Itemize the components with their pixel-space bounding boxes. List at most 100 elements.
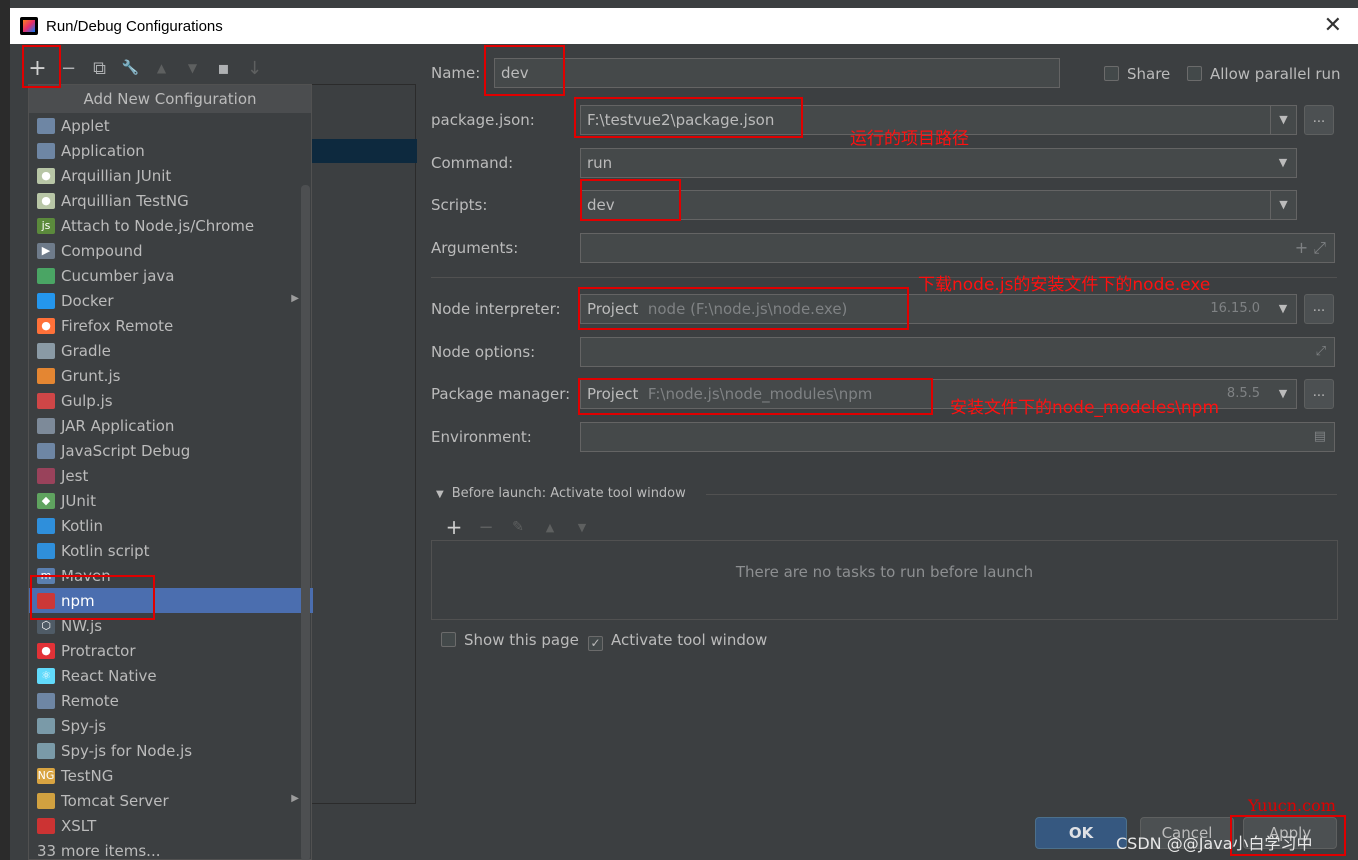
expand-icon[interactable]: + ⤢ <box>1295 234 1326 262</box>
popup-item[interactable]: Application <box>29 138 301 163</box>
name-field[interactable]: dev <box>494 58 1060 88</box>
popup-scrollbar[interactable] <box>301 185 310 860</box>
show-page-check-icon <box>441 632 456 647</box>
before-launch-section[interactable]: ▼ Before launch: Activate tool window <box>436 486 686 501</box>
expand-icon[interactable]: ⤢ <box>1316 338 1326 366</box>
popup-item[interactable]: JavaScript Debug <box>29 438 301 463</box>
popup-item-label: JUnit <box>61 491 96 510</box>
highlight-add-button <box>22 45 61 88</box>
move-up-icon[interactable]: ▲ <box>146 53 177 83</box>
popup-item[interactable]: Docker ▶ <box>29 288 301 313</box>
popup-item-label: Kotlin script <box>61 541 150 560</box>
popup-item[interactable]: ▶ Compound <box>29 238 301 263</box>
parallel-checkbox[interactable]: Allow parallel run <box>1187 65 1341 83</box>
arguments-field[interactable]: + ⤢ <box>580 233 1335 263</box>
site-watermark: Yuucn.com <box>1248 796 1336 815</box>
top-strip <box>1120 0 1358 8</box>
popup-item[interactable]: Jest <box>29 463 301 488</box>
highlight-package-manager <box>578 378 933 415</box>
popup-item-label: JAR Application <box>61 416 175 435</box>
parallel-check-icon <box>1187 66 1202 81</box>
junit-icon: ◆ <box>37 492 55 509</box>
popup-item[interactable]: ◆ JUnit <box>29 488 301 513</box>
popup-item[interactable]: 33 more items... <box>29 838 301 860</box>
move-down-icon[interactable]: ▼ <box>177 53 208 83</box>
environment-field[interactable]: ▤ <box>580 422 1335 452</box>
pm-browse-button[interactable]: ... <box>1304 379 1334 409</box>
highlight-npm <box>30 575 155 620</box>
chevron-down-icon[interactable]: ▼ <box>1270 106 1296 134</box>
node-browse-button[interactable]: ... <box>1304 294 1334 324</box>
ok-button[interactable]: OK <box>1035 817 1127 849</box>
node-version: 16.15.0 <box>1210 301 1260 316</box>
popup-item-label: TestNG <box>61 766 114 785</box>
share-check-icon <box>1104 66 1119 81</box>
popup-item[interactable]: ⚛ React Native <box>29 663 301 688</box>
node-options-field[interactable]: ⤢ <box>580 337 1335 367</box>
kotlin-script-icon <box>37 542 55 559</box>
tasks-list[interactable]: There are no tasks to run before launch <box>431 540 1338 620</box>
show-page-label: Show this page <box>464 631 579 649</box>
popup-item[interactable]: Cucumber java <box>29 263 301 288</box>
annotation-node-exe: 下载node.js的安装文件下的node.exe <box>918 275 1211 295</box>
gulp-icon <box>37 392 55 409</box>
popup-item[interactable]: Spy-js <box>29 713 301 738</box>
popup-item[interactable]: ● Firefox Remote <box>29 313 301 338</box>
document-icon[interactable]: ▤ <box>1314 423 1326 451</box>
activate-window-checkbox[interactable]: ✓ Activate tool window <box>588 631 767 651</box>
grunt-icon <box>37 367 55 384</box>
popup-item[interactable]: Gulp.js <box>29 388 301 413</box>
popup-item[interactable]: Tomcat Server ▶ <box>29 788 301 813</box>
before-launch-line <box>706 494 1337 495</box>
popup-item[interactable]: XSLT <box>29 813 301 838</box>
popup-item-label: Docker <box>61 291 114 310</box>
task-toolbar: + − ✎ ▲ ▼ <box>438 512 598 542</box>
applet-icon <box>37 117 55 134</box>
jest-icon <box>37 467 55 484</box>
close-icon[interactable]: ✕ <box>1324 13 1342 38</box>
popup-item[interactable]: js Attach to Node.js/Chrome <box>29 213 301 238</box>
package-json-browse-button[interactable]: ... <box>1304 105 1334 135</box>
popup-item[interactable]: ● Arquillian JUnit <box>29 163 301 188</box>
popup-item[interactable]: Gradle <box>29 338 301 363</box>
popup-item-label: JavaScript Debug <box>61 441 191 460</box>
remove-task-icon[interactable]: − <box>470 512 502 542</box>
add-task-icon[interactable]: + <box>438 512 470 542</box>
popup-item-label: Tomcat Server <box>61 791 169 810</box>
command-label: Command: <box>431 154 514 172</box>
share-checkbox[interactable]: Share <box>1104 65 1170 83</box>
command-value: run <box>587 154 613 172</box>
popup-item-label: React Native <box>61 666 157 685</box>
name-label: Name: <box>431 64 481 82</box>
task-down-icon[interactable]: ▼ <box>566 512 598 542</box>
wrench-icon[interactable]: 🔧 <box>115 53 146 83</box>
popup-item[interactable]: ● Arquillian TestNG <box>29 188 301 213</box>
popup-item[interactable]: Grunt.js <box>29 363 301 388</box>
popup-item[interactable]: Applet <box>29 113 301 138</box>
scripts-label: Scripts: <box>431 196 488 214</box>
new-folder-icon[interactable]: ▪ <box>208 53 239 83</box>
popup-item[interactable]: Kotlin <box>29 513 301 538</box>
edit-task-icon[interactable]: ✎ <box>502 512 534 542</box>
popup-item[interactable]: Spy-js for Node.js <box>29 738 301 763</box>
copy-icon[interactable]: ⧉ <box>84 53 115 83</box>
chevron-down-icon[interactable]: ▼ <box>1270 149 1296 177</box>
chevron-down-icon[interactable]: ▼ <box>1270 191 1296 219</box>
collapse-icon[interactable]: ▼ <box>436 489 444 500</box>
popup-item[interactable]: NG TestNG <box>29 763 301 788</box>
popup-item[interactable]: Remote <box>29 688 301 713</box>
show-page-checkbox[interactable]: Show this page <box>441 631 579 649</box>
command-select[interactable]: run ▼ <box>580 148 1297 178</box>
popup-item-label: Cucumber java <box>61 266 175 285</box>
chevron-down-icon[interactable]: ▼ <box>1270 295 1296 323</box>
popup-item[interactable]: JAR Application <box>29 413 301 438</box>
highlight-node-interpreter <box>578 287 909 330</box>
sort-icon[interactable]: ↓ <box>239 53 270 83</box>
chevron-down-icon[interactable]: ▼ <box>1270 380 1296 408</box>
popup-item[interactable]: ● Protractor <box>29 638 301 663</box>
scripts-field[interactable]: dev ▼ <box>580 190 1297 220</box>
before-launch-title: Before launch: Activate tool window <box>451 486 686 501</box>
nodejs-attach-icon: js <box>37 217 55 234</box>
task-up-icon[interactable]: ▲ <box>534 512 566 542</box>
popup-item[interactable]: Kotlin script <box>29 538 301 563</box>
